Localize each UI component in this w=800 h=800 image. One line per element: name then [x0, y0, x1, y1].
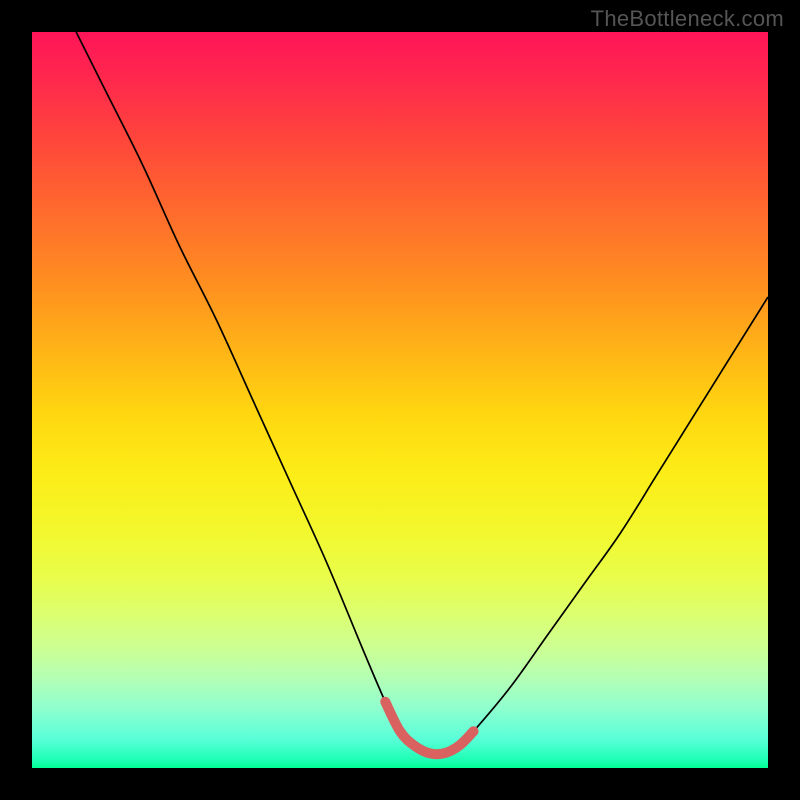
bottleneck-curve-line [76, 32, 768, 754]
chart-plot-area [32, 32, 768, 768]
optimal-zone-line [385, 702, 473, 755]
chart-lines [32, 32, 768, 768]
watermark-text: TheBottleneck.com [591, 6, 784, 32]
